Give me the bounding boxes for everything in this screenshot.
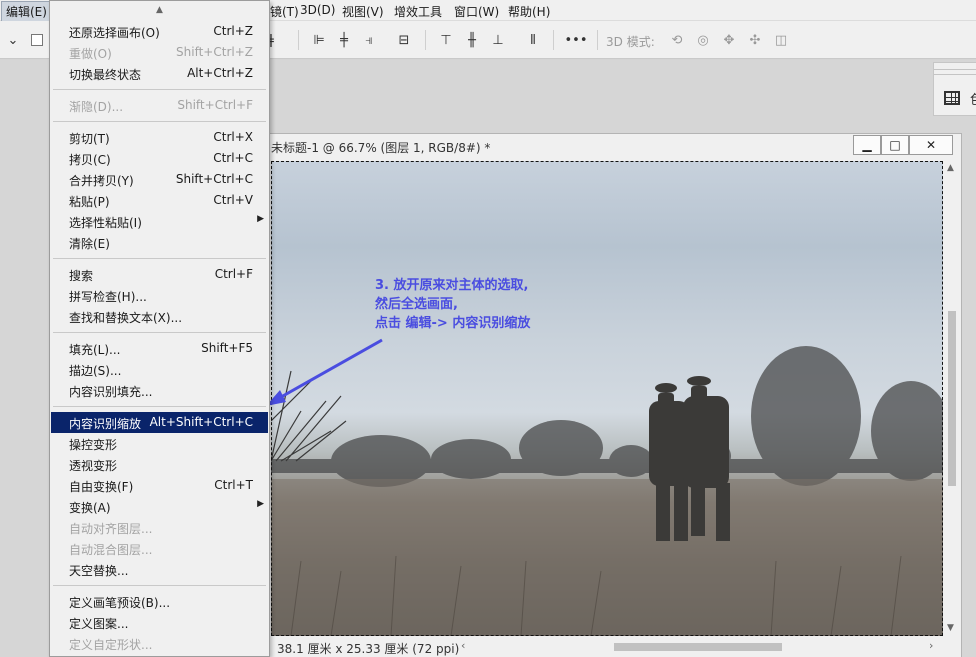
menu-view[interactable]: 视图(V)	[342, 3, 384, 20]
distribute-vertical-icon[interactable]: ⫴	[524, 31, 542, 49]
minimize-icon: ▁	[862, 138, 872, 152]
menu-item-paste-special[interactable]: 选择性粘贴(I) ▶	[51, 211, 268, 232]
menu-item-toggle-last-state[interactable]: 切换最终状态 Alt+Ctrl+Z	[51, 63, 268, 84]
chevron-down-icon[interactable]: ⌄	[4, 31, 22, 49]
right-panel: 色	[933, 62, 976, 116]
restore-button[interactable]: □	[881, 135, 909, 155]
menu-item-paste[interactable]: 粘贴(P) Ctrl+V	[51, 190, 268, 211]
menu-separator	[53, 406, 266, 407]
menu-plugins[interactable]: 增效工具	[394, 3, 442, 20]
menu-item-stroke[interactable]: 描边(S)...	[51, 359, 268, 380]
menu-window[interactable]: 窗口(W)	[454, 3, 499, 20]
tutorial-annotation: 3. 放开原来对主体的选取, 然后全选画面, 点击 编辑-> 内容识别缩放	[375, 276, 530, 333]
menu-item-redo: 重做(O) Shift+Ctrl+Z	[69, 45, 253, 61]
align-top-icon[interactable]: ⊤	[437, 31, 455, 49]
separator	[553, 30, 554, 50]
panel-label[interactable]: 色	[970, 89, 976, 108]
menu-item-define-pattern[interactable]: 定义图案...	[51, 612, 268, 633]
menu-item-undo[interactable]: 还原选择画布(O) Ctrl+Z	[51, 21, 268, 42]
3d-mode-label: 3D 模式:	[606, 35, 655, 49]
menu-item-clear[interactable]: 清除(E)	[51, 232, 268, 253]
menu-item-copy-merged[interactable]: 合并拷贝(Y) Shift+Ctrl+C	[51, 169, 268, 190]
menu-item-transform[interactable]: 变换(A) ▶	[51, 496, 268, 517]
restore-icon: □	[889, 138, 901, 152]
vertical-scrollbar[interactable]: ▲ ▼	[945, 161, 959, 636]
3d-slide-icon[interactable]: ✣	[746, 31, 764, 49]
annotation-line-2: 然后全选画面,	[375, 297, 458, 312]
align-right-icon[interactable]: ⫣	[360, 31, 378, 49]
scroll-down-icon[interactable]: ▼	[947, 623, 954, 633]
menu-item-auto-blend-layers: 自动混合图层...	[69, 543, 153, 557]
close-button[interactable]: ✕	[909, 135, 953, 155]
align-bottom-icon[interactable]: ⊥	[489, 31, 507, 49]
menu-item-find-replace[interactable]: 查找和替换文本(X)...	[51, 306, 268, 327]
close-icon: ✕	[925, 138, 937, 152]
menu-separator	[53, 585, 266, 586]
separator	[597, 30, 598, 50]
auto-select-checkbox[interactable]	[31, 34, 43, 46]
menu-item-auto-align-layers: 自动对齐图层...	[69, 522, 153, 536]
3d-pan-icon[interactable]: ✥	[720, 31, 738, 49]
document-size-info[interactable]: 38.1 厘米 x 25.33 厘米 (72 ppi)	[277, 640, 459, 657]
menu-item-fill[interactable]: 填充(L)... Shift+F5	[51, 338, 268, 359]
menu-separator	[53, 258, 266, 259]
horizontal-scrollbar[interactable]: ‹ ›	[459, 639, 957, 654]
minimize-button[interactable]: ▁	[853, 135, 881, 155]
scroll-left-icon[interactable]: ‹	[461, 639, 465, 652]
menu-filter-cut[interactable]: 镜(T)	[270, 3, 299, 20]
menu-item-perspective-warp[interactable]: 透视变形	[51, 454, 268, 475]
menu-edit[interactable]: 编辑(E)	[1, 1, 52, 22]
status-bar: 38.1 厘米 x 25.33 厘米 (72 ppi) ‹ ›	[263, 637, 961, 657]
menu-item-sky-replacement[interactable]: 天空替换...	[51, 559, 268, 580]
menu-separator	[53, 332, 266, 333]
separator	[425, 30, 426, 50]
edit-menu: ▲ 还原选择画布(O) Ctrl+Z 重做(O) Shift+Ctrl+Z 切换最终…	[49, 0, 270, 657]
menu-scroll-up-icon[interactable]: ▲	[50, 1, 269, 19]
menu-item-define-custom-shape: 定义自定形状...	[69, 638, 153, 652]
annotation-arrow	[266, 338, 383, 406]
menu-item-content-aware-fill[interactable]: 内容识别填充...	[51, 380, 268, 401]
menu-item-free-transform[interactable]: 自由变换(F) Ctrl+T	[51, 475, 268, 496]
annotation-line-1: 3. 放开原来对主体的选取,	[375, 278, 529, 293]
menu-item-define-brush-preset[interactable]: 定义画笔预设(B)...	[51, 591, 268, 612]
menu-item-cut[interactable]: 剪切(T) Ctrl+X	[51, 127, 268, 148]
menu-item-content-aware-scale[interactable]: 内容识别缩放 Alt+Shift+Ctrl+C	[51, 412, 268, 433]
menu-separator	[53, 121, 266, 122]
more-options-icon[interactable]: •••	[565, 31, 588, 49]
3d-camera-icon[interactable]: ◫	[772, 31, 790, 49]
menu-item-fade: 渐隐(D)... Shift+Ctrl+F	[69, 98, 253, 114]
menu-item-copy[interactable]: 拷贝(C) Ctrl+C	[51, 148, 268, 169]
separator	[298, 30, 299, 50]
panel-grip[interactable]	[934, 69, 976, 75]
align-middle-icon[interactable]: ⊟	[395, 31, 413, 49]
align-hcenter-icon[interactable]: ╪	[335, 31, 353, 49]
menu-item-check-spelling[interactable]: 拼写检查(H)...	[51, 285, 268, 306]
submenu-arrow-icon: ▶	[257, 214, 264, 224]
menu-separator	[53, 89, 266, 90]
scroll-right-icon[interactable]: ›	[929, 639, 933, 652]
scroll-thumb[interactable]	[614, 643, 782, 651]
menu-3d[interactable]: 3D(D)	[300, 3, 335, 17]
3d-orbit-icon[interactable]: ⟲	[668, 31, 686, 49]
menu-item-puppet-warp[interactable]: 操控变形	[51, 433, 268, 454]
menu-item-search[interactable]: 搜索 Ctrl+F	[51, 264, 268, 285]
3d-roll-icon[interactable]: ◎	[694, 31, 712, 49]
document-title[interactable]: 未标题-1 @ 66.7% (图层 1, RGB/8#) *	[271, 139, 490, 156]
field	[271, 479, 943, 636]
annotation-line-3: 点击 编辑-> 内容识别缩放	[375, 316, 531, 331]
submenu-arrow-icon: ▶	[257, 499, 264, 509]
align-left-icon[interactable]: ⊫	[310, 31, 328, 49]
scroll-thumb[interactable]	[948, 311, 956, 486]
grid-icon[interactable]	[944, 91, 960, 105]
scroll-up-icon[interactable]: ▲	[947, 163, 954, 173]
menu-help[interactable]: 帮助(H)	[508, 3, 550, 20]
align-vcenter-icon[interactable]: ╫	[463, 31, 481, 49]
